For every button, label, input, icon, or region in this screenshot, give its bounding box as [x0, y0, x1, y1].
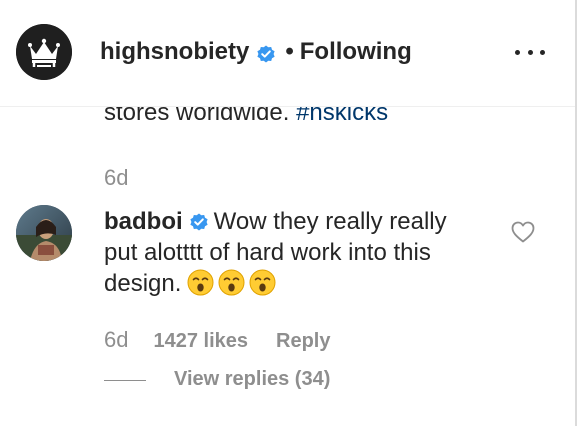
post-author-username[interactable]: highsnobiety [100, 38, 249, 66]
caption-text: stores worldwide. [104, 107, 297, 126]
astonished-face-emoji [187, 269, 214, 296]
caption-timestamp[interactable]: 6d [104, 165, 128, 191]
caption-viewport: stores worldwide. #hskicks [0, 107, 575, 135]
post-caption: stores worldwide. #hskicks [104, 107, 388, 127]
comment-meta-row: 6d 1427 likes Reply [104, 327, 330, 353]
view-replies-button[interactable]: View replies (34) [174, 368, 330, 391]
comment-body: badboi Wow they really really put alotttt… [104, 206, 474, 299]
reply-button[interactable]: Reply [276, 330, 330, 353]
heart-outline-icon[interactable] [511, 221, 535, 243]
following-button[interactable]: Following [300, 38, 412, 66]
more-dot [527, 49, 533, 55]
highsnobiety-crown-logo-icon[interactable] [16, 24, 72, 80]
comment-timestamp[interactable]: 6d [104, 327, 128, 353]
comment-likes-count[interactable]: 1427 likes [153, 330, 248, 353]
more-options-icon[interactable] [515, 42, 545, 62]
more-dot [540, 49, 545, 55]
replies-divider-line [104, 380, 146, 381]
verified-badge-icon [256, 43, 276, 63]
comment-username[interactable]: badboi [104, 208, 183, 235]
comment-emojis [187, 269, 276, 296]
caption-hashtag-link[interactable]: #hskicks [296, 107, 388, 126]
commenter-avatar[interactable] [16, 205, 72, 261]
astonished-face-emoji [249, 269, 276, 296]
astonished-face-emoji [218, 269, 245, 296]
post-author-line: highsnobiety • Following [100, 37, 412, 67]
more-dot [515, 49, 520, 55]
verified-badge-icon [189, 209, 209, 231]
post-header: highsnobiety • Following [0, 0, 575, 107]
separator-dot: • [285, 38, 294, 65]
